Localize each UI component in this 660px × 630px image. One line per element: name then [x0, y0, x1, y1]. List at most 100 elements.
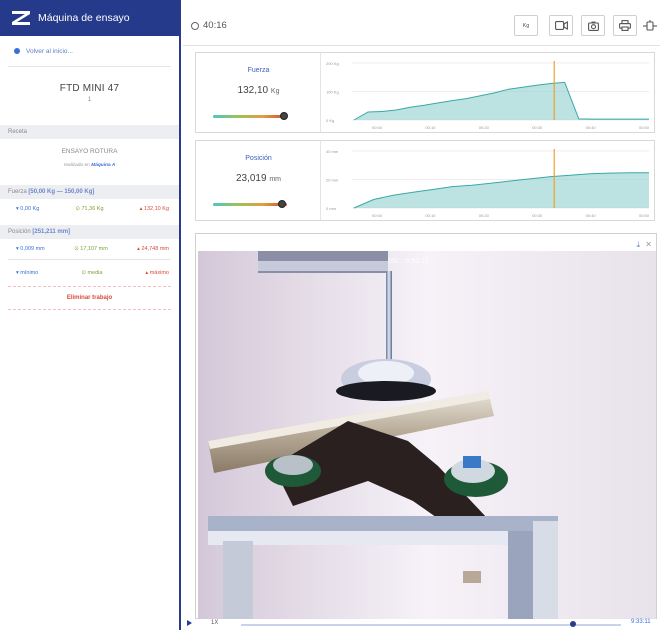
position-range: [251,211 mm]: [32, 229, 71, 235]
force-range: [50,00 Kg — 150,00 Kg]: [28, 189, 95, 195]
position-chart-x-tick-label: 00:40: [586, 213, 597, 218]
position-min-value: 0,009 mm: [20, 246, 45, 252]
video-camera-icon: [554, 21, 568, 30]
position-chart-y-tick-label: 20 mm: [326, 178, 339, 183]
position-level-bar: [213, 203, 287, 206]
app-logo-icon: [12, 11, 30, 25]
recipe-label: Receta: [8, 129, 28, 135]
legend-max: ▴ máximo: [145, 270, 169, 276]
video-button[interactable]: [549, 15, 573, 36]
position-value-number: 23,019: [235, 173, 267, 184]
timer: 40:16: [191, 20, 227, 31]
force-value-number: 132,10: [237, 85, 269, 96]
force-min: ▾ 0,00 Kg: [16, 206, 40, 212]
stats-legend: ▾ mínimo ⊙ media ▴ máximo: [0, 260, 179, 286]
playback-scrubber[interactable]: [570, 621, 576, 627]
download-icon[interactable]: ⤓: [637, 240, 641, 249]
force-value: 132,10 Kg: [196, 85, 321, 96]
position-chart: 40 mm 20 mm 0 mm 00:00 00:10 00:20 00:30 00:40 0…: [326, 149, 650, 218]
performed-on: realizado en Máquina A: [0, 163, 179, 168]
force-level-bar: [213, 115, 287, 118]
divider: [8, 309, 171, 310]
legend-max-label: máximo: [149, 270, 169, 276]
force-panel: Fuerza 132,10 Kg 200 Kg 100 Kg 0 Kg 00:00 00…: [195, 52, 655, 133]
position-section-header: Posición [251,211 mm]: [0, 225, 179, 239]
sidebar: Máquina de ensayo Volver al inicio... FT…: [0, 0, 181, 630]
force-chart-x-tick-label: 00:30: [532, 125, 543, 130]
delete-job-button[interactable]: Eliminar trabajo: [0, 287, 179, 309]
test-specimen-image: [198, 251, 656, 620]
force-chart-x-tick-label: 00:10: [425, 125, 436, 130]
back-arrow-icon: [14, 48, 20, 54]
force-chart-x-tick-label: 00:50: [639, 125, 650, 130]
force-readout: Fuerza 132,10 Kg: [196, 53, 321, 132]
force-avg: ⊙ 71,36 Kg: [75, 206, 104, 212]
position-panel: Posición 23,019 mm 40 mm 20 mm 0 mm 00:00 00…: [195, 140, 655, 221]
force-chart-y-tick-label: 0 Kg: [326, 118, 334, 123]
position-level-knob: [277, 200, 286, 208]
position-max: ▴ 24,748 mm: [137, 246, 169, 252]
position-chart-x-tick-label: 00:20: [479, 213, 490, 218]
printer-icon: [619, 20, 631, 31]
back-link[interactable]: Volver al inicio...: [0, 36, 179, 58]
recipe-section-header: Receta: [0, 125, 179, 139]
video-frame[interactable]: 05/... 9:53:12: [198, 251, 656, 620]
snapshot-button[interactable]: [581, 15, 605, 36]
position-chart-x-tick-label: 00:10: [425, 213, 436, 218]
force-max: ▴ 132,10 Kg: [139, 206, 169, 212]
position-section-label: Posición: [8, 229, 31, 235]
force-chart: 200 Kg 100 Kg 0 Kg 00:00 00:10 00:20 00:30 00:4…: [326, 61, 650, 130]
position-chart-x-tick-label: 00:30: [532, 213, 543, 218]
video-actions: ⤓ ✕: [637, 240, 652, 250]
sidebar-header: Máquina de ensayo: [0, 0, 179, 36]
force-label: Fuerza: [247, 67, 270, 74]
playback-track[interactable]: [241, 624, 621, 626]
clock-icon: [191, 21, 199, 30]
force-chart-series-area: [354, 82, 649, 120]
unit-button-label: Kg: [522, 22, 530, 29]
sensor-icon: [643, 19, 657, 31]
recipe-name: ENSAYO ROTURA: [61, 148, 118, 155]
play-icon[interactable]: [187, 620, 192, 626]
position-chart-series-area: [354, 172, 649, 208]
position-avg-value: 17,107 mm: [80, 246, 108, 252]
video-timestamp: 05/... 9:53:12: [388, 258, 429, 265]
back-link-label: Volver al inicio...: [26, 47, 73, 55]
legend-min: ▾ mínimo: [16, 270, 39, 276]
print-button[interactable]: [613, 15, 637, 36]
machine-info: FTD MINI 47 1: [0, 67, 179, 119]
position-chart-x-tick-label: 00:50: [639, 213, 650, 218]
machine-number: 1: [87, 97, 92, 103]
app-title: Máquina de ensayo: [38, 12, 130, 24]
position-readout: Posición 23,019 mm: [196, 141, 321, 220]
sensor-button[interactable]: [642, 15, 658, 36]
position-chart-y-tick-label: 40 mm: [326, 149, 339, 154]
machine-name: FTD MINI 47: [59, 83, 120, 94]
playback-bar: 1X 9:33:11: [183, 619, 660, 630]
unit-button[interactable]: Kg: [514, 15, 538, 36]
force-value-unit: Kg: [270, 88, 280, 95]
force-chart-x-tick-label: 00:40: [586, 125, 597, 130]
force-section-label: Fuerza: [8, 189, 27, 195]
force-section-header: Fuerza [50,00 Kg — 150,00 Kg]: [0, 185, 179, 199]
position-chart-y-tick-label: 0 mm: [326, 206, 337, 211]
close-icon[interactable]: ✕: [645, 240, 652, 249]
force-avg-value: 71,36 Kg: [81, 206, 104, 212]
playback-speed[interactable]: 1X: [211, 620, 218, 626]
position-max-value: 24,748 mm: [141, 246, 169, 252]
force-chart-y-tick-label: 200 Kg: [326, 61, 339, 66]
position-avg: ⊙ 17,107 mm: [74, 246, 108, 252]
position-label: Posición: [245, 155, 272, 162]
position-stats: ▾ 0,009 mm ⊙ 17,107 mm ▴ 24,748 mm: [0, 239, 179, 259]
position-chart-x-tick-label: 00:00: [372, 213, 383, 218]
app-root: Máquina de ensayo Volver al inicio... FT…: [0, 0, 660, 630]
top-bar: 40:16 Kg: [183, 0, 660, 46]
video-panel: ⤓ ✕ 05/... 9:53:12: [195, 233, 657, 620]
camera-icon: [587, 21, 599, 31]
performed-machine: Máquina A: [91, 163, 116, 168]
legend-avg: ⊙ media: [81, 270, 103, 276]
playback-end-time: 9:33:11: [631, 619, 651, 625]
position-min: ▾ 0,009 mm: [16, 246, 45, 252]
force-chart-x-tick-label: 00:00: [372, 125, 383, 130]
force-min-value: 0,00 Kg: [20, 206, 40, 212]
